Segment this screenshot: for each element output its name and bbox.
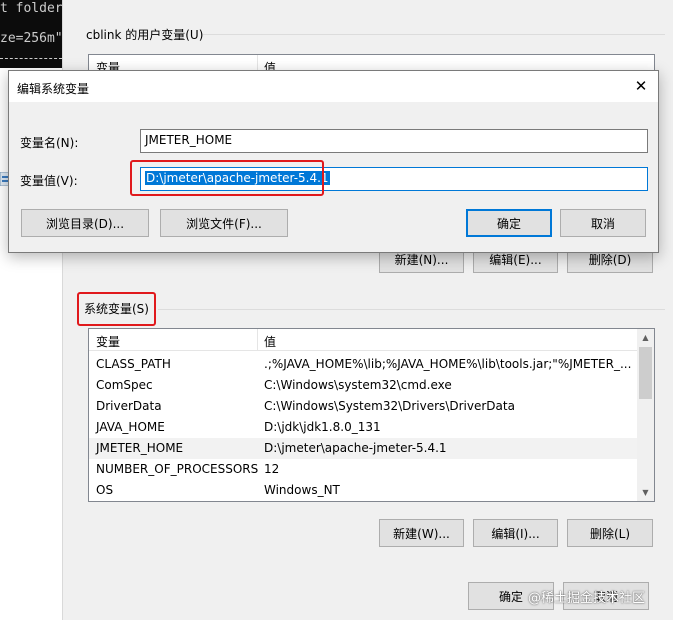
system-variables-list[interactable]: 变量 值 CLASS_PATH .;%JAVA_HOME%\lib;%JAVA_… [88, 328, 655, 502]
table-row[interactable]: JAVA_HOME D:\jdk\jdk1.8.0_131 [89, 417, 637, 438]
browse-directory-button[interactable]: 浏览目录(D)... [21, 209, 149, 237]
terminal-line: t folder [0, 1, 62, 16]
variable-name: OS [96, 483, 114, 497]
variable-value-label: 变量值(V): [20, 174, 78, 188]
variable-name: NUMBER_OF_PROCESSORS [96, 462, 259, 476]
variable-value: .;%JAVA_HOME%\lib;%JAVA_HOME%\lib\tools.… [264, 357, 632, 371]
table-row[interactable]: OS Windows_NT [89, 480, 637, 501]
variable-name-field[interactable]: JMETER_HOME [140, 129, 648, 153]
variable-value: D:\jdk\jdk1.8.0_131 [264, 420, 381, 434]
table-row[interactable]: NUMBER_OF_PROCESSORS 12 [89, 459, 637, 480]
table-row[interactable]: ComSpec C:\Windows\system32\cmd.exe [89, 375, 637, 396]
variable-value: Windows_NT [264, 483, 340, 497]
close-icon[interactable]: ✕ [624, 71, 658, 102]
group-divider [203, 34, 665, 35]
watermark: @稀土掘金技术社区 [528, 591, 646, 606]
column-header-name[interactable]: 变量 [96, 333, 120, 350]
column-separator[interactable] [257, 329, 258, 351]
list-header: 变量 值 [89, 329, 654, 351]
variable-name: JMETER_HOME [96, 441, 184, 455]
dialog-title: 编辑系统变量 [17, 82, 90, 96]
user-variables-label: cblink 的用户变量(U) [86, 28, 204, 42]
edit-system-variable-dialog: 编辑系统变量 ✕ 变量名(N): JMETER_HOME 变量值(V): D:\… [8, 70, 659, 253]
scroll-down-icon[interactable]: ▼ [637, 484, 654, 501]
system-new-button[interactable]: 新建(W)... [379, 519, 464, 547]
table-row-selected[interactable]: JMETER_HOME D:\jmeter\apache-jmeter-5.4.… [89, 438, 637, 459]
variable-name: ComSpec [96, 378, 153, 392]
browse-file-button[interactable]: 浏览文件(F)... [160, 209, 288, 237]
terminal-window: t folder ze=256m" [0, 0, 62, 68]
terminal-separator [0, 58, 62, 59]
terminal-line: ze=256m" [0, 31, 62, 46]
variable-name: DriverData [96, 399, 162, 413]
scroll-thumb[interactable] [639, 347, 652, 399]
group-divider [158, 309, 665, 310]
system-delete-button[interactable]: 删除(L) [567, 519, 653, 547]
highlight-box-variable-value [130, 160, 324, 196]
variable-value: D:\jmeter\apache-jmeter-5.4.1 [264, 441, 447, 455]
variable-name-label: 变量名(N): [20, 136, 79, 150]
system-edit-button[interactable]: 编辑(I)... [473, 519, 558, 547]
highlight-box-system-label [77, 292, 156, 326]
variable-name: JAVA_HOME [96, 420, 165, 434]
variable-value: C:\Windows\System32\Drivers\DriverData [264, 399, 515, 413]
scroll-up-icon[interactable]: ▲ [637, 329, 654, 346]
table-row[interactable]: CLASS_PATH .;%JAVA_HOME%\lib;%JAVA_HOME%… [89, 354, 637, 375]
dialog-cancel-button[interactable]: 取消 [560, 209, 646, 237]
variable-value: 12 [264, 462, 280, 476]
dialog-titlebar[interactable]: 编辑系统变量 ✕ [9, 71, 658, 102]
column-header-value[interactable]: 值 [264, 333, 276, 350]
table-row[interactable]: DriverData C:\Windows\System32\Drivers\D… [89, 396, 637, 417]
variable-value: C:\Windows\system32\cmd.exe [264, 378, 452, 392]
variable-name: CLASS_PATH [96, 357, 171, 371]
vertical-scrollbar[interactable]: ▲ ▼ [637, 329, 654, 501]
dialog-ok-button[interactable]: 确定 [466, 209, 552, 237]
